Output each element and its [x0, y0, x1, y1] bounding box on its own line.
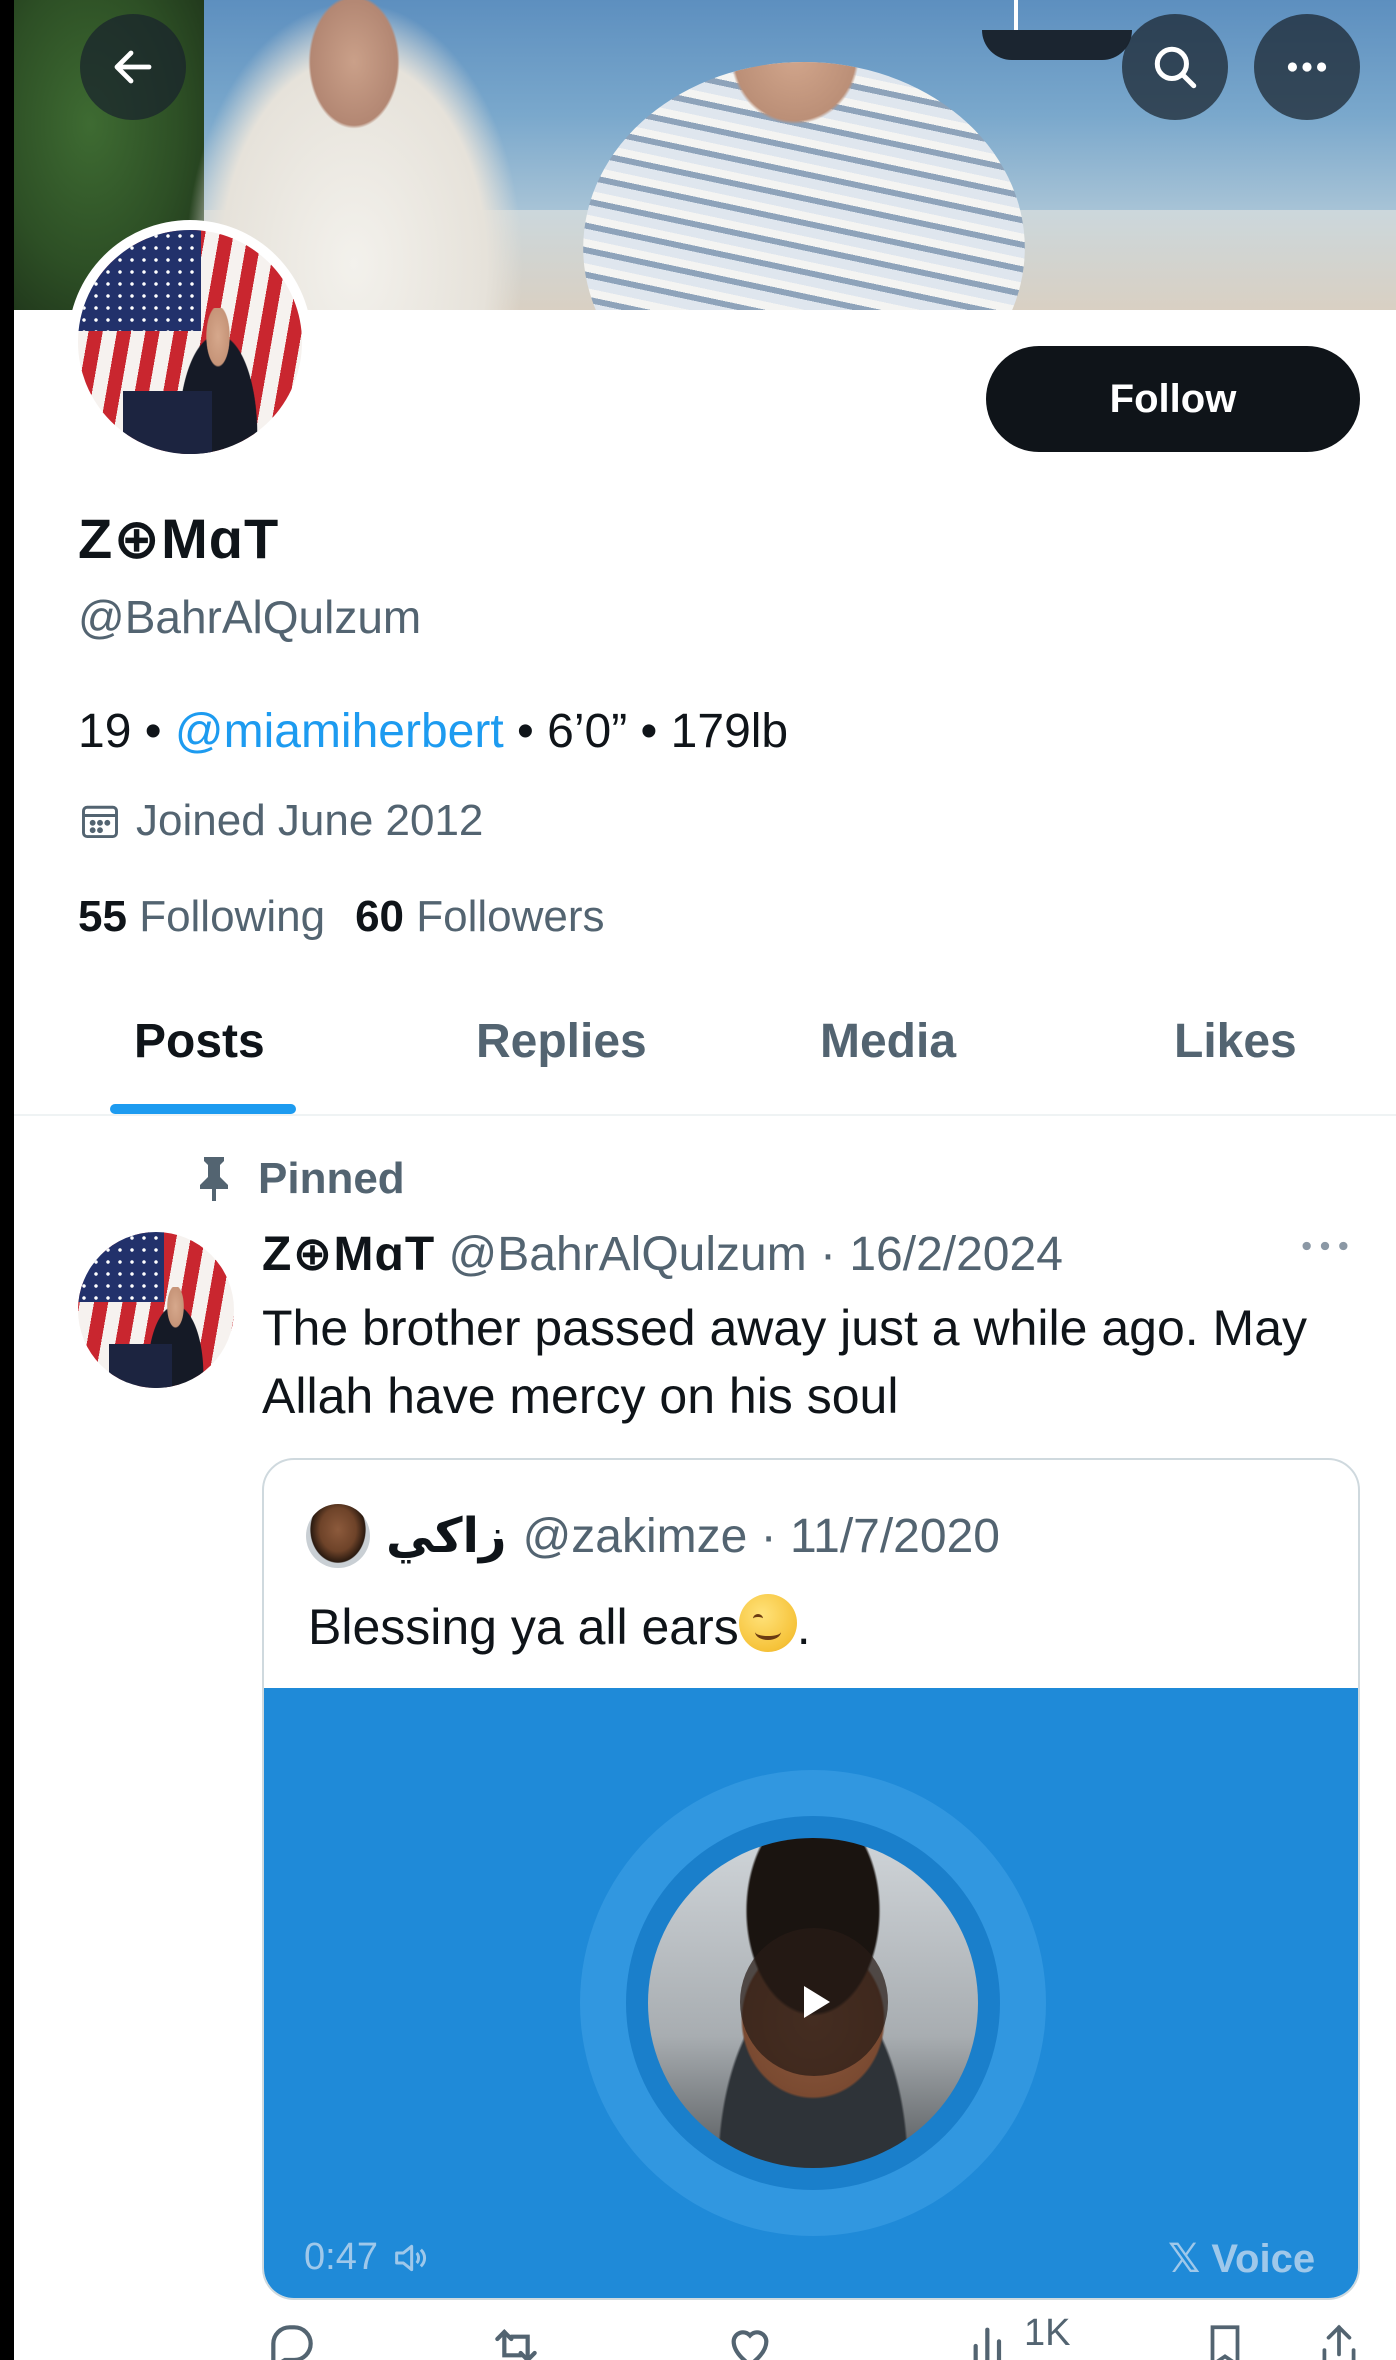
- pinned-text: Pinned: [258, 1154, 405, 1203]
- quoted-author-handle: @zakimze: [522, 1509, 748, 1563]
- calendar-icon: [82, 805, 118, 839]
- back-button[interactable]: [80, 14, 186, 120]
- tweet-more-button[interactable]: [1300, 1236, 1350, 1261]
- tweet-author-handle[interactable]: @BahrAlQulzum: [449, 1228, 807, 1281]
- tab-replies[interactable]: Replies: [476, 1014, 647, 1069]
- tweet-author-name[interactable]: Z⊕MɑT: [262, 1228, 435, 1281]
- tweet-date[interactable]: 16/2/2024: [849, 1228, 1063, 1281]
- following-label: Following: [139, 892, 326, 941]
- left-edge: [0, 0, 14, 2360]
- views-button[interactable]: 1K: [964, 2312, 1070, 2360]
- heart-icon: [731, 2330, 769, 2360]
- search-icon: [1154, 46, 1197, 89]
- views-bar-chart-icon: [973, 2327, 1002, 2360]
- search-button[interactable]: [1122, 14, 1228, 120]
- share-icon: [1322, 2324, 1356, 2360]
- followers-link[interactable]: 60 Followers: [355, 892, 604, 941]
- quoted-date: 11/7/2020: [789, 1509, 1000, 1563]
- play-icon: [804, 1986, 830, 2018]
- display-name: Z⊕MɑT: [78, 507, 280, 570]
- more-horizontal-icon: [1302, 1241, 1348, 1251]
- volume-icon[interactable]: [390, 2238, 430, 2278]
- profile-tabs: Posts Replies Media Likes: [14, 1000, 1396, 1116]
- avatar-image: [78, 230, 302, 454]
- tab-posts[interactable]: Posts: [134, 1014, 265, 1069]
- play-button[interactable]: [740, 1928, 888, 2076]
- tab-likes[interactable]: Likes: [1174, 1014, 1297, 1069]
- tweet-text: The brother passed away just a while ago…: [262, 1300, 1307, 1424]
- tab-media[interactable]: Media: [820, 1014, 956, 1069]
- bio-mention-link[interactable]: @miamiherbert: [175, 705, 504, 758]
- bio-text-prefix: 19 •: [78, 705, 175, 758]
- arrow-left-icon: [114, 50, 152, 84]
- joined-date: Joined June 2012: [78, 796, 483, 846]
- pinned-label: Pinned: [194, 1154, 405, 1204]
- quoted-tweet-text: Blessing ya all ears.: [308, 1594, 811, 1656]
- share-button[interactable]: [1314, 2318, 1364, 2360]
- active-tab-indicator: [110, 1104, 296, 1114]
- bookmark-icon: [1210, 2325, 1240, 2360]
- following-link[interactable]: 55 Following: [78, 892, 325, 941]
- avatar-podium: [109, 1344, 172, 1388]
- x-voice-badge: 𝕏 Voice: [1168, 2237, 1316, 2281]
- smiling-face-emoji-icon: [738, 1594, 797, 1652]
- voice-duration-text: 0:47: [304, 2236, 378, 2278]
- quoted-text-end: .: [796, 1599, 811, 1655]
- tweet-header: Z⊕MɑT @BahrAlQulzum · 16/2/2024: [262, 1226, 1063, 1282]
- quoted-tweet-header: زاكي @zakimze · 11/7/2020: [306, 1504, 1000, 1568]
- tweet-author-avatar[interactable]: [78, 1232, 234, 1388]
- more-button[interactable]: [1254, 14, 1360, 120]
- repost-button[interactable]: [486, 2318, 546, 2360]
- quoted-author-avatar: [306, 1504, 370, 1568]
- quoted-text-body: Blessing ya all ears: [308, 1599, 739, 1655]
- tweet-action-bar: 1K: [14, 2312, 1396, 2360]
- profile-handle: @BahrAlQulzum: [78, 591, 422, 643]
- follow-stats: 55 Following 60 Followers: [78, 892, 605, 942]
- tweet-separator: ·: [806, 1228, 850, 1281]
- views-count: 1K: [1024, 2312, 1071, 2354]
- profile-avatar[interactable]: [68, 220, 312, 464]
- quoted-author-name: زاكي: [386, 1510, 507, 1563]
- pin-icon: [200, 1157, 228, 1201]
- quoted-separator: ·: [747, 1509, 790, 1563]
- profile-bio: 19 • @miamiherbert • 6’0” • 179lb: [78, 704, 788, 759]
- reply-button[interactable]: [264, 2318, 320, 2360]
- repost-icon: [495, 2329, 537, 2360]
- following-count: 55: [78, 892, 127, 941]
- like-button[interactable]: [720, 2318, 780, 2360]
- follow-button[interactable]: Follow: [986, 346, 1360, 452]
- followers-count: 60: [355, 892, 405, 941]
- bio-text-suffix: • 6’0” • 179lb: [503, 705, 789, 758]
- avatar-podium: [122, 391, 213, 454]
- voice-tweet-player[interactable]: 0:47 𝕏 Voice: [264, 1688, 1358, 2298]
- voice-duration: 0:47: [304, 2236, 430, 2279]
- quoted-tweet-card[interactable]: زاكي @zakimze · 11/7/2020 Blessing ya al…: [262, 1458, 1360, 2300]
- reply-icon: [271, 2325, 313, 2360]
- bookmark-button[interactable]: [1200, 2318, 1250, 2360]
- more-horizontal-icon: [1287, 62, 1327, 72]
- followers-label: Followers: [416, 892, 605, 941]
- joined-label: Joined June 2012: [136, 796, 484, 845]
- banner-boat: [982, 30, 1132, 60]
